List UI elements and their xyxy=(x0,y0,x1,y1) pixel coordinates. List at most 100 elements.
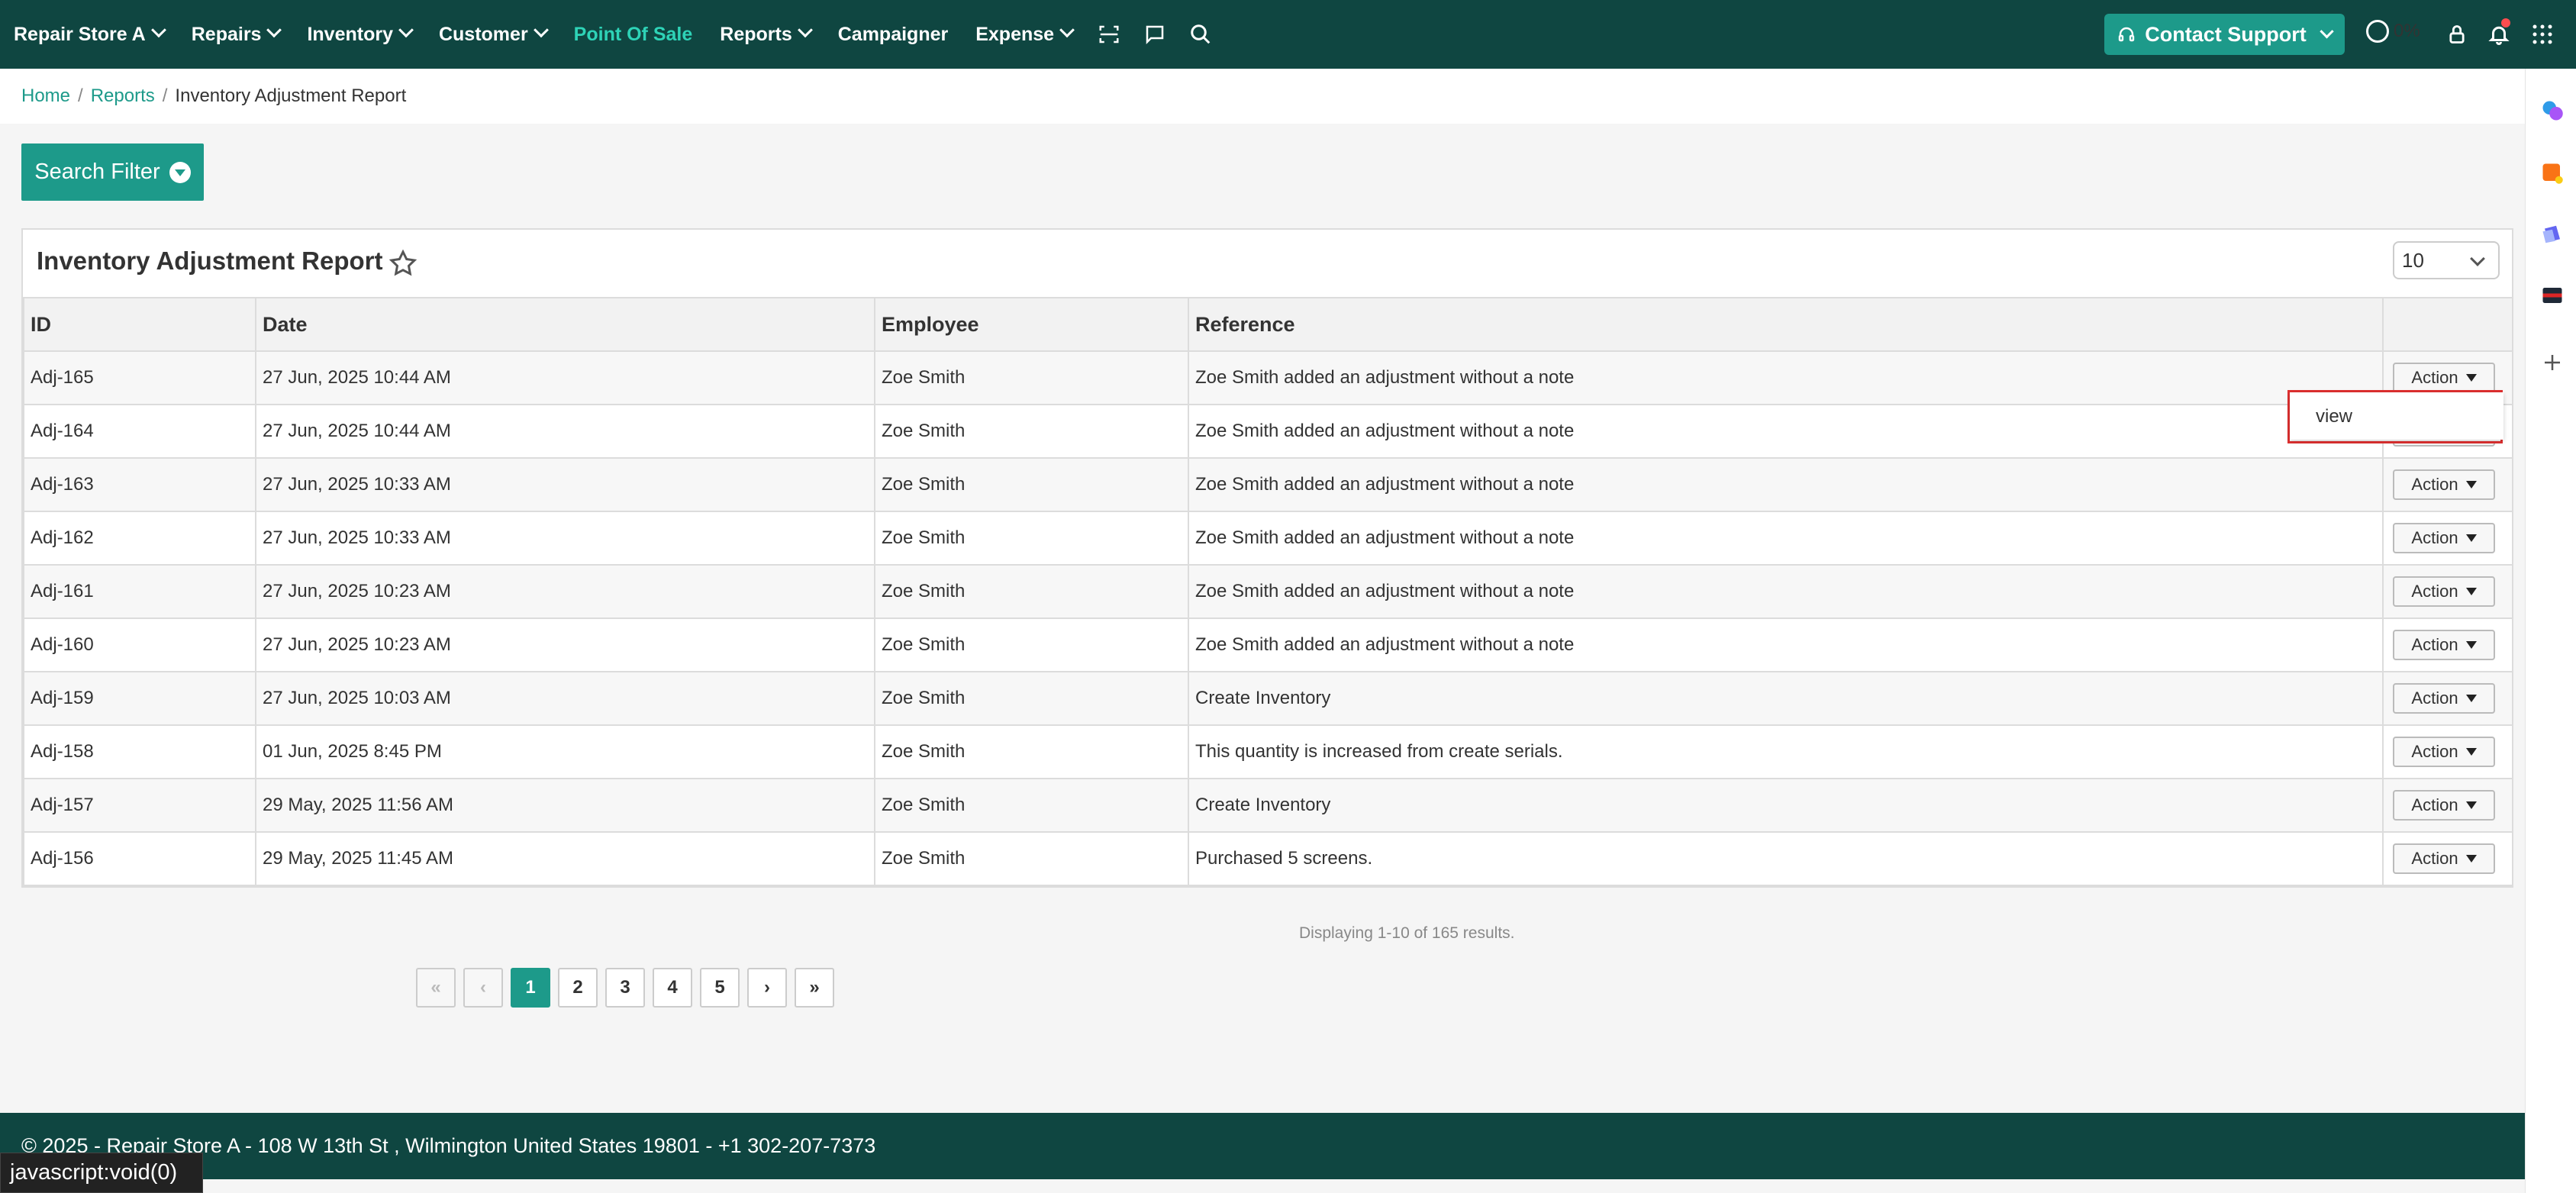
caret-down-icon xyxy=(2465,588,2477,595)
bell-icon[interactable] xyxy=(2484,18,2513,49)
cell-id: Adj-164 xyxy=(23,404,256,459)
notification-dot xyxy=(2501,18,2510,27)
column-header-employee[interactable]: Employee xyxy=(874,297,1189,352)
action-dropdown-menu: view xyxy=(2287,390,2503,443)
wallet-icon[interactable] xyxy=(2541,284,2564,307)
table-row: Adj-157 29 May, 2025 11:56 AM Zoe Smith Cre… xyxy=(23,778,2513,833)
contact-support-label: Contact Support xyxy=(2145,22,2307,46)
nav-store-selector[interactable]: Repair Store A xyxy=(0,0,178,69)
action-button[interactable]: Action xyxy=(2393,523,2495,553)
orange-app-icon[interactable] xyxy=(2541,162,2564,185)
page-size-select[interactable]: 10 xyxy=(2393,241,2500,279)
column-header-date[interactable]: Date xyxy=(255,297,875,352)
cell-action: Action xyxy=(2382,457,2513,512)
first-page-button[interactable]: « xyxy=(416,968,456,1008)
action-button[interactable]: Action xyxy=(2393,576,2495,607)
table-row: Adj-159 27 Jun, 2025 10:03 AM Zoe Smith Cre… xyxy=(23,671,2513,726)
nav-customer[interactable]: Customer xyxy=(425,0,560,69)
cell-employee: Zoe Smith xyxy=(874,511,1189,566)
breadcrumb-home-link[interactable]: Home xyxy=(21,85,70,107)
nav-inventory-label: Inventory xyxy=(307,23,393,45)
cell-employee: Zoe Smith xyxy=(874,831,1189,886)
cell-date: 27 Jun, 2025 10:23 AM xyxy=(255,564,875,619)
footer: © 2025 - Repair Store A - 108 W 13th St … xyxy=(0,1113,2525,1179)
cell-reference: Purchased 5 screens. xyxy=(1188,831,2384,886)
plus-icon[interactable] xyxy=(2541,351,2564,374)
action-button[interactable]: Action xyxy=(2393,683,2495,714)
chevron-down-icon xyxy=(150,22,166,38)
column-header-id[interactable]: ID xyxy=(23,297,256,352)
chevron-down-icon xyxy=(2470,251,2485,266)
nav-customer-label: Customer xyxy=(438,23,528,45)
last-page-button[interactable]: » xyxy=(795,968,834,1008)
page-button-2[interactable]: 2 xyxy=(558,968,598,1008)
nav-point-of-sale[interactable]: Point Of Sale xyxy=(560,0,707,69)
nav-expense[interactable]: Expense xyxy=(962,0,1086,69)
star-icon[interactable] xyxy=(388,248,418,279)
results-summary: Displaying 1-10 of 165 results. xyxy=(1299,924,1515,942)
cell-date: 27 Jun, 2025 10:44 AM xyxy=(255,404,875,459)
cell-id: Adj-159 xyxy=(23,671,256,726)
contact-support-button[interactable]: Contact Support xyxy=(2104,14,2345,55)
action-button[interactable]: Action xyxy=(2393,469,2495,500)
caret-down-icon xyxy=(2465,855,2477,863)
action-button[interactable]: Action xyxy=(2393,843,2495,874)
table-row: Adj-156 29 May, 2025 11:45 AM Zoe Smith Pur… xyxy=(23,831,2513,886)
caret-down-icon xyxy=(2465,534,2477,542)
cell-date: 27 Jun, 2025 10:33 AM xyxy=(255,511,875,566)
page-button-5[interactable]: 5 xyxy=(700,968,740,1008)
action-button[interactable]: Action xyxy=(2393,737,2495,767)
cell-id: Adj-156 xyxy=(23,831,256,886)
next-page-button[interactable]: › xyxy=(747,968,787,1008)
cell-reference: Zoe Smith added an adjustment without a … xyxy=(1188,457,2384,512)
page-button-1[interactable]: 1 xyxy=(511,968,550,1008)
action-button[interactable]: Action xyxy=(2393,363,2495,393)
scan-icon[interactable] xyxy=(1086,0,1132,69)
nav-inventory[interactable]: Inventory xyxy=(293,0,425,69)
cell-reference: Zoe Smith added an adjustment without a … xyxy=(1188,617,2384,672)
chat-icon[interactable] xyxy=(1132,0,1178,69)
progress-ring-icon xyxy=(2366,20,2389,43)
column-header-reference[interactable]: Reference xyxy=(1188,297,2384,352)
cell-date: 29 May, 2025 11:45 AM xyxy=(255,831,875,886)
breadcrumb-separator: / xyxy=(162,85,168,106)
breadcrumb: Home / Reports / Inventory Adjustment Re… xyxy=(0,69,2525,124)
action-button[interactable]: Action xyxy=(2393,790,2495,821)
cell-employee: Zoe Smith xyxy=(874,778,1189,833)
cell-employee: Zoe Smith xyxy=(874,724,1189,779)
progress-indicator[interactable]: 0% xyxy=(2366,20,2420,43)
chevron-down-icon xyxy=(533,22,549,38)
cell-date: 27 Jun, 2025 10:44 AM xyxy=(255,350,875,405)
cell-employee: Zoe Smith xyxy=(874,350,1189,405)
view-menu-item[interactable]: view xyxy=(2316,406,2352,427)
cell-action: Action xyxy=(2382,564,2513,619)
cell-date: 29 May, 2025 11:56 AM xyxy=(255,778,875,833)
page-button-4[interactable]: 4 xyxy=(653,968,692,1008)
cell-employee: Zoe Smith xyxy=(874,457,1189,512)
action-button-label: Action xyxy=(2411,795,2458,814)
dropdown-panel: view xyxy=(2290,392,2503,440)
nav-reports[interactable]: Reports xyxy=(706,0,824,69)
caret-down-icon xyxy=(2465,695,2477,702)
breadcrumb-reports-link[interactable]: Reports xyxy=(91,85,155,107)
chevron-down-icon xyxy=(797,22,813,38)
lock-icon[interactable] xyxy=(2442,20,2471,49)
nav-repairs-label: Repairs xyxy=(191,23,262,45)
chat-bubbles-icon[interactable] xyxy=(2541,99,2564,122)
table-row: Adj-163 27 Jun, 2025 10:33 AM Zoe Smith Zoe… xyxy=(23,457,2513,512)
action-button-label: Action xyxy=(2411,742,2458,761)
search-filter-button[interactable]: Search Filter xyxy=(21,143,204,201)
prev-page-button[interactable]: ‹ xyxy=(463,968,503,1008)
cell-date: 01 Jun, 2025 8:45 PM xyxy=(255,724,875,779)
cell-reference: Zoe Smith added an adjustment without a … xyxy=(1188,404,2384,459)
search-icon[interactable] xyxy=(1178,0,1224,69)
action-button[interactable]: Action xyxy=(2393,630,2495,660)
cell-id: Adj-157 xyxy=(23,778,256,833)
right-sidebar xyxy=(2525,69,2576,1193)
page-size-value: 10 xyxy=(2402,248,2424,272)
nav-campaigner[interactable]: Campaigner xyxy=(824,0,962,69)
page-button-3[interactable]: 3 xyxy=(605,968,645,1008)
nav-repairs[interactable]: Repairs xyxy=(178,0,294,69)
apps-grid-icon[interactable] xyxy=(2528,20,2557,49)
purple-cards-icon[interactable] xyxy=(2541,223,2564,246)
